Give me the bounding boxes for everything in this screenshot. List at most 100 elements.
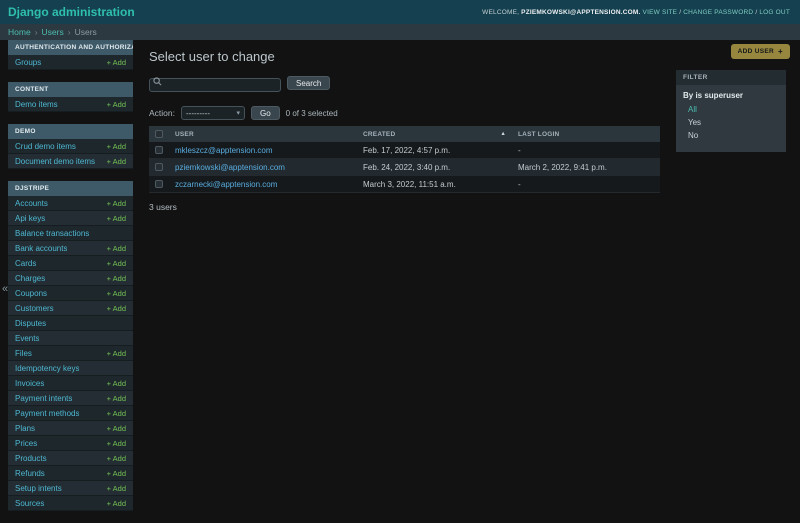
sidebar-link-refunds[interactable]: Refunds (15, 469, 45, 478)
select-all-checkbox[interactable] (155, 130, 163, 138)
plus-icon: + (778, 47, 783, 56)
add-link-products[interactable]: + Add (107, 454, 126, 463)
actions-bar: Action: --------- ▾ Go 0 of 3 selected (149, 106, 661, 120)
sidebar-item-sources: Sources + Add (8, 496, 133, 511)
sidebar-item-refunds: Refunds + Add (8, 466, 133, 481)
action-select[interactable]: --------- ▾ (181, 106, 245, 120)
breadcrumb-users[interactable]: Users (42, 27, 64, 37)
add-link-cards[interactable]: + Add (107, 259, 126, 268)
result-count: 3 users (149, 202, 177, 212)
add-link-accounts[interactable]: + Add (107, 199, 126, 208)
user-cell: mkleszcz@apptension.com (169, 142, 357, 159)
sidebar-section-authentication-and-authorization: AUTHENTICATION AND AUTHORIZATION Groups + … (8, 40, 133, 70)
sidebar-link-balance-transactions[interactable]: Balance transactions (15, 229, 89, 238)
sidebar-link-payment-methods[interactable]: Payment methods (15, 409, 79, 418)
sidebar-item-accounts: Accounts + Add (8, 196, 133, 211)
sidebar-link-setup-intents[interactable]: Setup intents (15, 484, 62, 493)
created-cell: Feb. 17, 2022, 4:57 p.m. (357, 142, 512, 159)
sidebar-item-products: Products + Add (8, 451, 133, 466)
sidebar-link-document-demo-items[interactable]: Document demo items (15, 157, 95, 166)
add-link-plans[interactable]: + Add (107, 424, 126, 433)
add-link-payment-methods[interactable]: + Add (107, 409, 126, 418)
add-link-groups[interactable]: + Add (107, 58, 126, 67)
go-button[interactable]: Go (251, 106, 280, 120)
sidebar-link-invoices[interactable]: Invoices (15, 379, 44, 388)
sidebar-link-products[interactable]: Products (15, 454, 47, 463)
filter-option-no[interactable]: No (676, 129, 786, 142)
sidebar-link-groups[interactable]: Groups (15, 58, 41, 67)
sidebar-item-bank-accounts: Bank accounts + Add (8, 241, 133, 256)
column-header-last-login[interactable]: LAST LOGIN (512, 126, 660, 142)
welcome-text: WELCOME, (482, 8, 520, 16)
header-link-log-out[interactable]: LOG OUT (759, 9, 790, 16)
row-checkbox-cell (149, 158, 169, 176)
action-select-value: --------- (186, 108, 210, 118)
site-title[interactable]: Django administration (8, 5, 135, 19)
add-link-invoices[interactable]: + Add (107, 379, 126, 388)
row-checkbox[interactable] (155, 163, 163, 171)
user-link[interactable]: pziemkowski@apptension.com (175, 163, 285, 172)
row-checkbox[interactable] (155, 146, 163, 154)
add-user-button[interactable]: ADD USER + (730, 44, 790, 59)
header-link-change-password[interactable]: CHANGE PASSWORD (683, 9, 753, 16)
add-link-prices[interactable]: + Add (107, 439, 126, 448)
sidebar-item-events: Events (8, 331, 133, 346)
breadcrumb-home[interactable]: Home (8, 27, 31, 37)
header-link-view-site[interactable]: VIEW SITE (643, 9, 678, 16)
add-link-customers[interactable]: + Add (107, 304, 126, 313)
add-link-coupons[interactable]: + Add (107, 289, 126, 298)
breadcrumb-separator: › (34, 27, 38, 37)
sidebar-link-accounts[interactable]: Accounts (15, 199, 48, 208)
add-link-payment-intents[interactable]: + Add (107, 394, 126, 403)
search-input[interactable] (149, 77, 281, 92)
sidebar-link-bank-accounts[interactable]: Bank accounts (15, 244, 67, 253)
sidebar-link-demo-items[interactable]: Demo items (15, 100, 58, 109)
search-box (149, 74, 281, 92)
selection-status: 0 of 3 selected (285, 108, 338, 118)
filter-groups: By is superuser All Yes No (676, 85, 786, 142)
sidebar-link-events[interactable]: Events (15, 334, 39, 343)
user-tools: WELCOME, PZIEMKOWSKI@APPTENSION.COM. VIE… (482, 9, 790, 16)
add-link-refunds[interactable]: + Add (107, 469, 126, 478)
filter-option-yes[interactable]: Yes (676, 116, 786, 129)
add-link-crud-demo-items[interactable]: + Add (107, 142, 126, 151)
last-login-cell: March 2, 2022, 9:41 p.m. (512, 158, 660, 176)
search-button[interactable]: Search (287, 76, 331, 90)
column-header-created[interactable]: CREATED ▲ (357, 126, 512, 142)
add-link-document-demo-items[interactable]: + Add (107, 157, 126, 166)
filter-option-all[interactable]: All (676, 103, 786, 116)
add-link-files[interactable]: + Add (107, 349, 126, 358)
add-user-label: ADD USER (737, 48, 775, 55)
add-link-bank-accounts[interactable]: + Add (107, 244, 126, 253)
row-checkbox-cell (149, 175, 169, 193)
sidebar-link-coupons[interactable]: Coupons (15, 289, 47, 298)
row-checkbox[interactable] (155, 180, 163, 188)
row-checkbox-cell (149, 142, 169, 159)
search-icon (153, 77, 162, 86)
sidebar-section-djstripe: DJSTRIPE Accounts + Add Api keys + Add Balanc… (8, 181, 133, 511)
sidebar-link-crud-demo-items[interactable]: Crud demo items (15, 142, 76, 151)
sidebar-link-disputes[interactable]: Disputes (15, 319, 46, 328)
sidebar-link-charges[interactable]: Charges (15, 274, 45, 283)
user-link[interactable]: mkleszcz@apptension.com (175, 146, 273, 155)
sidebar-item-payment-intents: Payment intents + Add (8, 391, 133, 406)
add-link-demo-items[interactable]: + Add (107, 100, 126, 109)
sidebar-link-plans[interactable]: Plans (15, 424, 35, 433)
sidebar-item-files: Files + Add (8, 346, 133, 361)
add-link-api-keys[interactable]: + Add (107, 214, 126, 223)
column-header-user[interactable]: USER (169, 126, 357, 142)
user-link[interactable]: zczarnecki@apptension.com (175, 180, 277, 189)
created-cell: March 3, 2022, 11:51 a.m. (357, 175, 512, 193)
add-link-charges[interactable]: + Add (107, 274, 126, 283)
sidebar-link-prices[interactable]: Prices (15, 439, 37, 448)
page-title: Select user to change (149, 49, 275, 64)
sidebar-link-customers[interactable]: Customers (15, 304, 54, 313)
table-header-row: USER CREATED ▲ LAST LOGIN (149, 126, 660, 142)
sort-ascending-icon[interactable]: ▲ (500, 131, 506, 137)
sidebar-link-files[interactable]: Files (15, 349, 32, 358)
add-link-setup-intents[interactable]: + Add (107, 484, 126, 493)
sidebar-link-cards[interactable]: Cards (15, 259, 36, 268)
sidebar-link-payment-intents[interactable]: Payment intents (15, 394, 72, 403)
sidebar-link-idempotency-keys[interactable]: Idempotency keys (15, 364, 79, 373)
sidebar-link-api-keys[interactable]: Api keys (15, 214, 45, 223)
